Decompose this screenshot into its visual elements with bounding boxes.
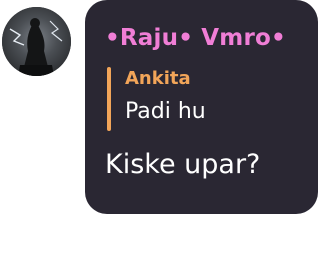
message-text: Kiske upar? xyxy=(105,149,261,180)
avatar[interactable] xyxy=(2,7,71,76)
avatar-image xyxy=(2,7,71,76)
message-bubble[interactable]: •Raju• Vmro• Ankita Padi hu Kiske upar? xyxy=(85,0,318,214)
reply-text: Padi hu xyxy=(125,99,206,124)
sender-name[interactable]: •Raju• Vmro• xyxy=(105,25,286,51)
quoted-reply[interactable]: Ankita Padi hu xyxy=(107,66,297,132)
reply-author: Ankita xyxy=(125,68,191,89)
reply-accent-bar xyxy=(107,67,111,131)
